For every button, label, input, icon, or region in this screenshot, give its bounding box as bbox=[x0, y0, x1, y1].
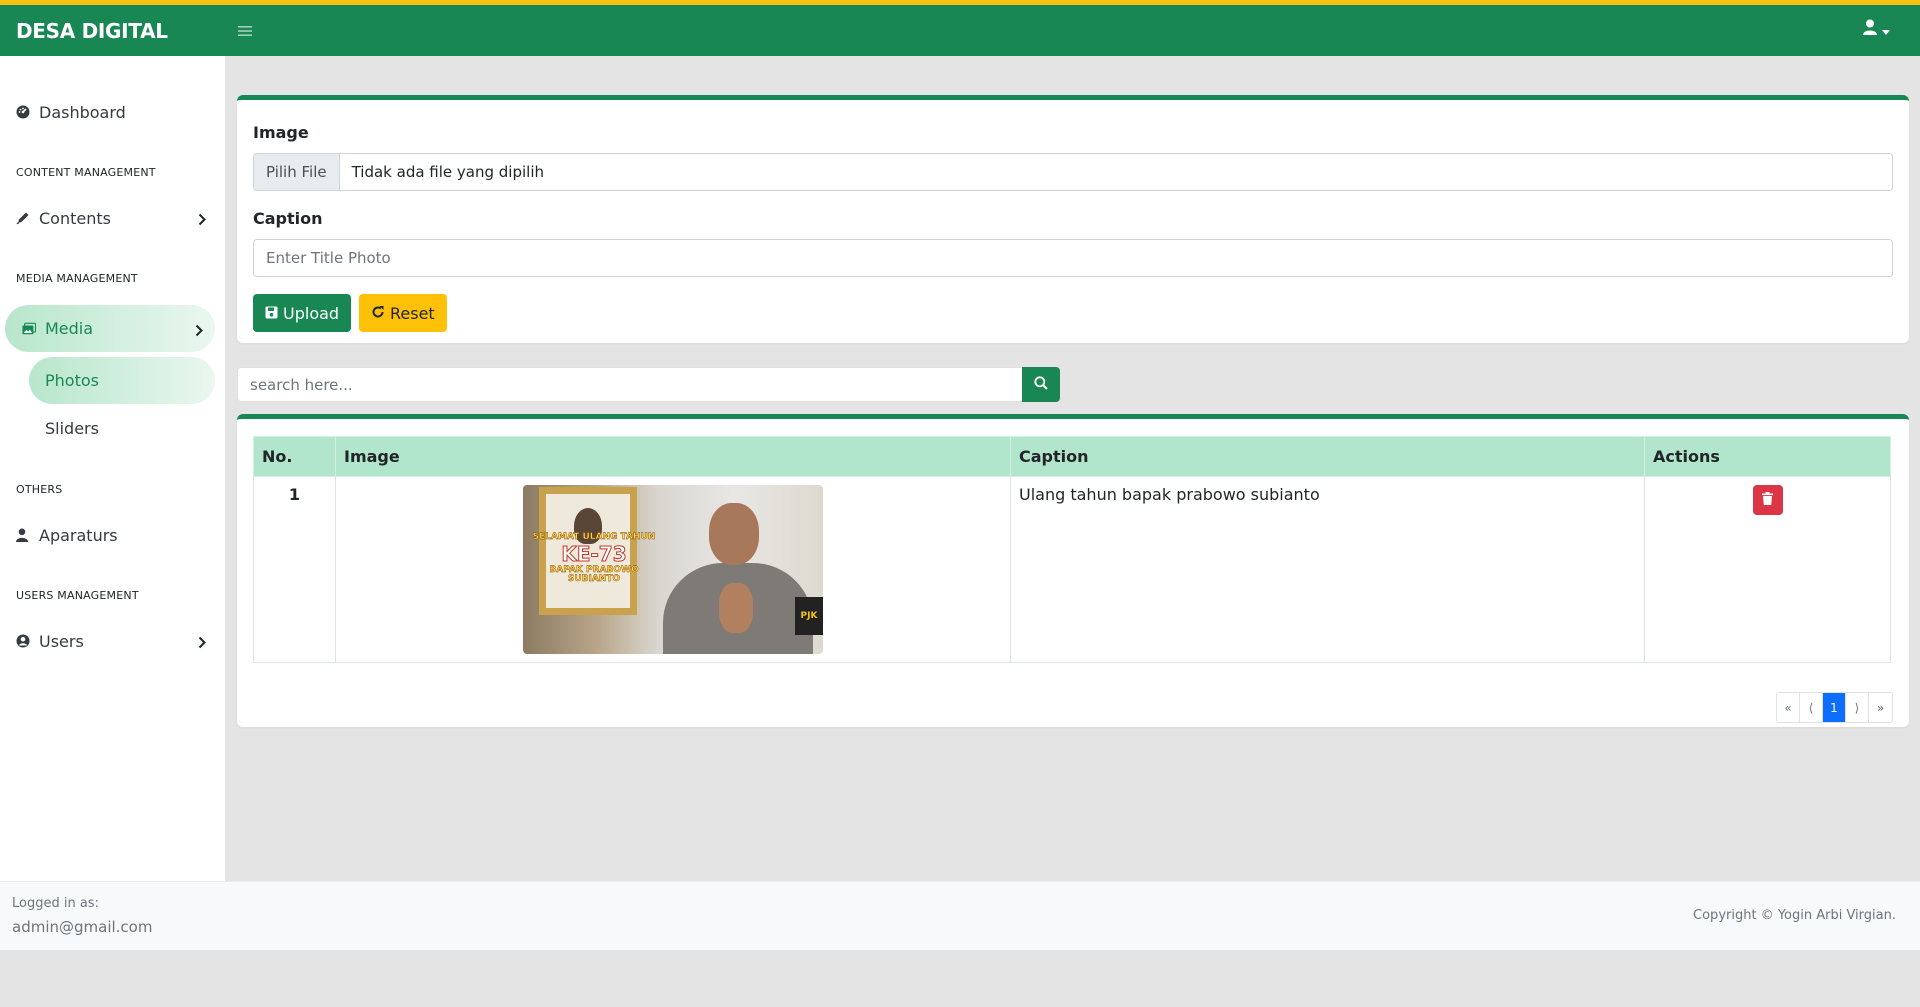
reset-button[interactable]: Reset bbox=[359, 294, 447, 332]
page-next-button[interactable]: ⟩ bbox=[1846, 693, 1869, 722]
save-icon bbox=[265, 304, 278, 323]
upload-button[interactable]: Upload bbox=[253, 294, 352, 332]
reset-button-label: Reset bbox=[390, 303, 435, 323]
thumbnail-badge-text: PJK bbox=[795, 597, 823, 635]
chevron-right-icon bbox=[198, 211, 206, 230]
table-header-row: No. Image Caption Actions bbox=[253, 436, 1891, 477]
search-button[interactable] bbox=[1022, 367, 1060, 402]
page-prev-button[interactable]: ⟨ bbox=[1800, 693, 1823, 722]
column-header-actions: Actions bbox=[1644, 436, 1891, 477]
brand-title[interactable]: DESA DIGITAL bbox=[0, 19, 225, 43]
sidebar-item-label: Media bbox=[45, 319, 94, 338]
choose-file-button[interactable]: Pilih File bbox=[254, 154, 340, 190]
caret-down-icon bbox=[1882, 20, 1890, 39]
photos-table: No. Image Caption Actions 1 PJK SELAMAT … bbox=[253, 436, 1891, 663]
pagination: « ⟨ 1 ⟩ » bbox=[1776, 692, 1893, 723]
section-heading-media: MEDIA MANAGEMENT bbox=[16, 272, 138, 285]
search-bar bbox=[237, 367, 1060, 402]
sidebar-item-label: Contents bbox=[39, 208, 111, 228]
sidebar-item-photos[interactable]: Photos bbox=[29, 357, 215, 404]
footer: Logged in as: admin@gmail.com Copyright … bbox=[0, 881, 1920, 950]
photos-table-card: No. Image Caption Actions 1 PJK SELAMAT … bbox=[237, 414, 1909, 727]
page-current-button[interactable]: 1 bbox=[1823, 693, 1846, 722]
search-input[interactable] bbox=[237, 367, 1022, 402]
sidebar-item-label: Dashboard bbox=[39, 102, 126, 122]
logged-in-label: Logged in as: bbox=[12, 896, 99, 911]
upload-form-card: Image Pilih File Tidak ada file yang dip… bbox=[237, 95, 1909, 343]
sidebar-item-contents[interactable]: Contents bbox=[0, 194, 218, 242]
overlay-line-1: SELAMAT ULANG TAHUN bbox=[532, 532, 656, 542]
person-figure bbox=[663, 503, 813, 654]
column-header-image: Image bbox=[335, 436, 1011, 477]
refresh-icon bbox=[371, 304, 385, 323]
delete-button[interactable] bbox=[1752, 485, 1783, 515]
copyright-text: Copyright © Yogin Arbi Virgian. bbox=[1693, 908, 1896, 923]
sidebar-item-sliders[interactable]: Sliders bbox=[29, 405, 215, 452]
overlay-line-2: KE-73 bbox=[561, 542, 627, 566]
search-icon bbox=[1034, 376, 1048, 393]
row-image-cell: PJK SELAMAT ULANG TAHUN KE-73 BAPAK PRAB… bbox=[335, 476, 1011, 663]
file-status-text: Tidak ada file yang dipilih bbox=[351, 163, 545, 181]
pencil-icon bbox=[16, 211, 30, 225]
chevron-right-icon bbox=[198, 634, 206, 653]
user-icon bbox=[16, 528, 30, 542]
row-actions-cell bbox=[1644, 476, 1891, 663]
section-heading-others: OTHERS bbox=[16, 483, 63, 496]
photo-thumbnail[interactable]: PJK SELAMAT ULANG TAHUN KE-73 BAPAK PRAB… bbox=[523, 485, 823, 654]
sidebar-item-aparaturs[interactable]: Aparaturs bbox=[0, 511, 218, 559]
caption-label: Caption bbox=[253, 209, 323, 228]
images-icon bbox=[22, 322, 36, 336]
section-heading-content: CONTENT MANAGEMENT bbox=[16, 166, 156, 179]
dashboard-icon bbox=[16, 105, 30, 119]
user-circle-icon bbox=[16, 634, 30, 648]
column-header-caption: Caption bbox=[1010, 436, 1645, 477]
top-navbar: DESA DIGITAL bbox=[0, 0, 1920, 56]
thumbnail-overlay-text: SELAMAT ULANG TAHUN KE-73 BAPAK PRABOWO … bbox=[529, 532, 659, 584]
image-file-input[interactable]: Pilih File Tidak ada file yang dipilih bbox=[253, 153, 1893, 191]
user-menu[interactable] bbox=[1863, 19, 1890, 39]
sidebar-item-label: Aparaturs bbox=[39, 525, 118, 545]
table-row: 1 PJK SELAMAT ULANG TAHUN KE-73 BAPAK PR… bbox=[253, 476, 1891, 663]
caption-input[interactable] bbox=[253, 239, 1893, 277]
trash-icon bbox=[1762, 492, 1773, 508]
sidebar-item-media[interactable]: Media bbox=[5, 305, 215, 352]
page-first-button[interactable]: « bbox=[1777, 693, 1800, 722]
chevron-right-icon bbox=[195, 322, 203, 341]
column-header-no: No. bbox=[253, 436, 336, 477]
user-icon bbox=[1863, 19, 1877, 39]
logged-in-email: admin@gmail.com bbox=[12, 918, 153, 936]
menu-toggle-icon[interactable] bbox=[233, 19, 257, 43]
section-heading-users: USERS MANAGEMENT bbox=[16, 589, 139, 602]
sidebar: Dashboard CONTENT MANAGEMENT Contents ME… bbox=[0, 56, 225, 881]
sidebar-item-dashboard[interactable]: Dashboard bbox=[0, 88, 218, 136]
row-number: 1 bbox=[253, 476, 336, 663]
upload-button-label: Upload bbox=[283, 303, 340, 323]
overlay-line-3: BAPAK PRABOWO SUBIANTO bbox=[549, 565, 639, 584]
sidebar-item-users[interactable]: Users bbox=[0, 617, 218, 665]
page-last-button[interactable]: » bbox=[1869, 693, 1892, 722]
sidebar-item-label: Users bbox=[39, 631, 84, 651]
image-label: Image bbox=[253, 123, 309, 142]
row-caption: Ulang tahun bapak prabowo subianto bbox=[1010, 476, 1645, 663]
